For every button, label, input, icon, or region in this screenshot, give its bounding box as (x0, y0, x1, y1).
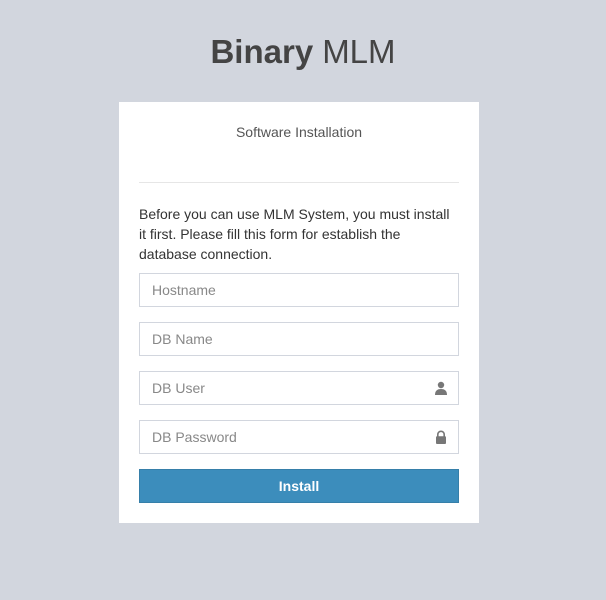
card-title: Software Installation (235, 124, 363, 140)
divider (139, 182, 459, 183)
install-message: Before you can use MLM System, you must … (139, 206, 450, 262)
install-card: Software Installation Before you can use… (119, 102, 479, 523)
app-logo: Binary MLM (0, 32, 606, 72)
logo-bold-text: Binary (210, 33, 314, 70)
hostname-input[interactable] (140, 274, 458, 306)
db-name-field-wrapper (139, 322, 459, 356)
db-name-input[interactable] (140, 323, 458, 355)
db-password-input[interactable] (140, 421, 458, 453)
install-page: Binary MLM Software Installation Before y… (0, 0, 606, 600)
hostname-field-wrapper (139, 273, 459, 307)
install-button[interactable]: Install (139, 469, 459, 503)
user-icon (435, 381, 447, 395)
db-user-field-wrapper (139, 371, 459, 405)
lock-icon (436, 430, 446, 444)
logo-light-text: MLM (322, 33, 396, 70)
db-password-field-wrapper (139, 420, 459, 454)
db-user-input[interactable] (140, 372, 458, 404)
